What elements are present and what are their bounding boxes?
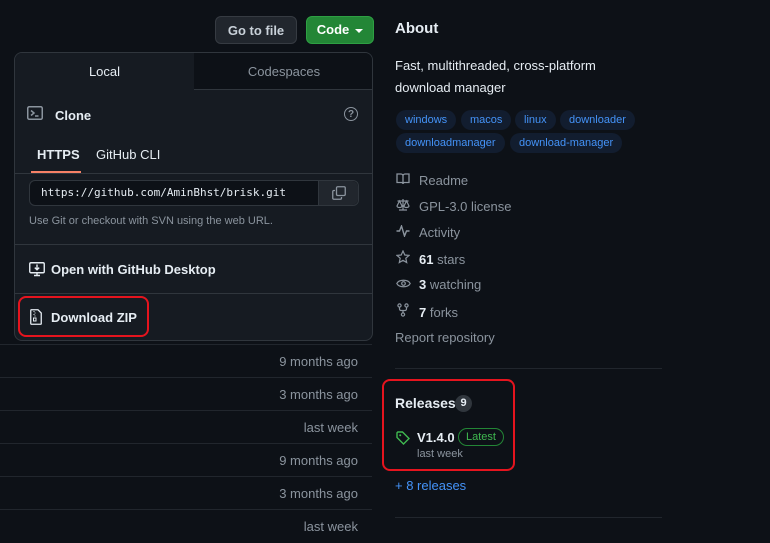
clone-url-field[interactable]: https://github.com/AminBhst/brisk.git [29,180,359,206]
go-to-file-button[interactable]: Go to file [215,16,297,44]
star-icon [395,249,411,269]
file-row[interactable]: 9 months ago [0,443,372,477]
topic-tag[interactable]: windows [396,110,457,130]
copy-url-button[interactable] [318,181,358,205]
file-row[interactable]: 9 months ago [0,344,372,378]
fork-icon [395,303,411,322]
question-icon[interactable]: ? [344,107,358,121]
file-row-time: last week [303,420,358,435]
divider [15,244,372,245]
topic-tag[interactable]: download-manager [510,133,623,153]
file-row[interactable]: 3 months ago [0,476,372,510]
more-releases-link[interactable]: + 8 releases [395,478,466,493]
file-row[interactable]: last week [0,410,372,444]
file-row-time: 9 months ago [279,354,358,369]
tab-local[interactable]: Local [15,53,195,89]
clone-hint: Use Git or checkout with SVN using the w… [29,215,273,227]
highlight-releases [382,379,515,471]
about-description: Fast, multithreaded, cross-platform down… [395,58,596,95]
file-row[interactable]: 3 months ago [0,377,372,411]
watching-label: watching [429,277,482,292]
sidebar-divider [395,368,662,369]
stars-count: 61 [419,252,434,267]
license-link[interactable]: GPL-3.0 license [395,198,512,216]
copy-icon [332,186,346,200]
readme-label: Readme [419,173,469,188]
forks-link[interactable]: 7 forks [395,303,458,321]
file-row-time: last week [303,519,358,534]
sidebar-divider [395,517,662,518]
divider [15,293,372,294]
activity-link[interactable]: Activity [395,223,461,242]
clone-url-text: https://github.com/AminBhst/brisk.git [41,186,287,199]
topic-tag[interactable]: downloader [560,110,635,130]
topic-tag[interactable]: downloadmanager [396,133,505,153]
subtab-divider [15,173,372,174]
file-row-time: 3 months ago [279,486,358,501]
stars-link[interactable]: 61 stars [395,249,466,269]
subtab-github-cli[interactable]: GitHub CLI [96,147,160,162]
report-repository-link[interactable]: Report repository [395,330,495,345]
highlight-download-zip [18,296,149,337]
eye-icon [395,276,411,294]
clone-title: Clone [55,108,92,123]
license-label: GPL-3.0 license [419,199,512,214]
subtab-https[interactable]: HTTPS [37,147,80,162]
law-icon [395,198,411,216]
subtab-active-indicator [31,171,81,173]
file-row-time: 3 months ago [279,387,358,402]
code-button[interactable]: Code [306,16,374,44]
book-icon [395,172,411,190]
topic-tag[interactable]: linux [515,110,556,130]
open-with-desktop-item[interactable]: Open with GitHub Desktop [51,262,216,277]
forks-label: forks [429,305,459,320]
code-button-label: Code [316,22,350,37]
watching-link[interactable]: 3 watching [395,276,481,294]
file-row[interactable]: last week [0,509,372,543]
activity-label: Activity [419,225,461,240]
desktop-download-icon [29,262,45,277]
forks-count: 7 [419,305,427,320]
stars-label: stars [437,252,466,267]
topic-tag[interactable]: macos [461,110,512,130]
about-title: About [395,20,439,37]
file-row-time: 9 months ago [279,453,358,468]
tab-codespaces[interactable]: Codespaces [194,53,372,90]
readme-link[interactable]: Readme [395,172,468,190]
watching-count: 3 [419,277,427,292]
terminal-icon [27,106,43,120]
caret-down-icon [355,28,364,33]
pulse-icon [395,223,411,242]
